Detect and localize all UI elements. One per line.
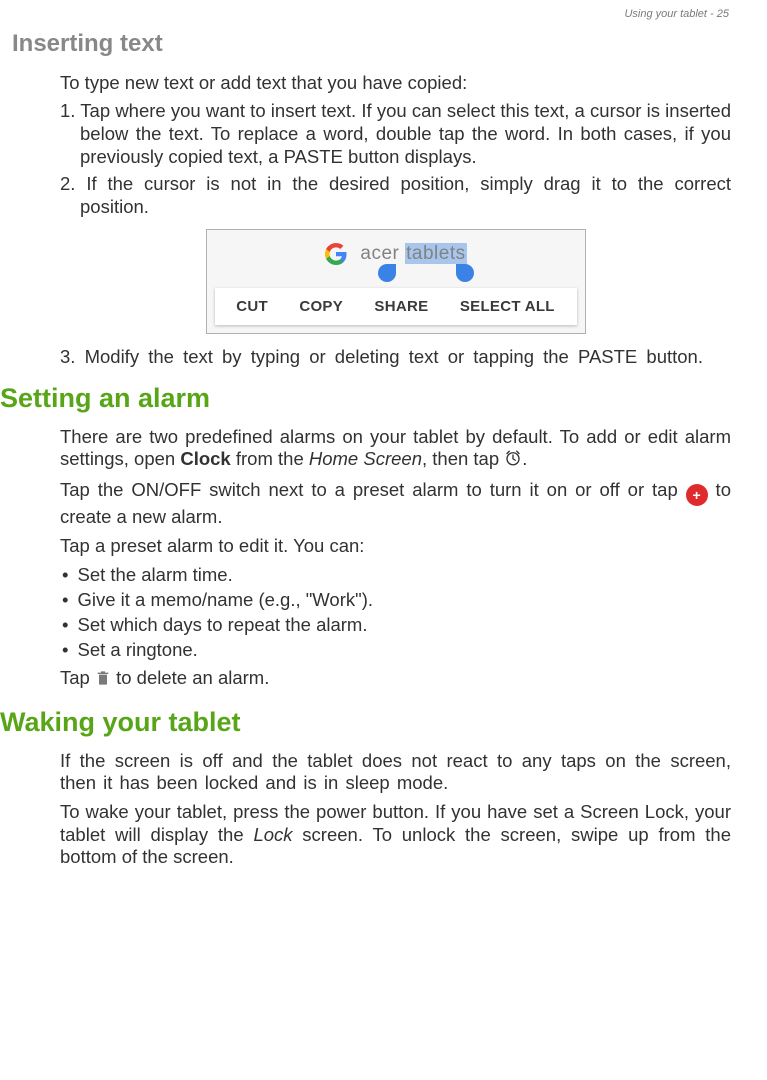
clock-bold: Clock xyxy=(180,448,230,469)
alarm-clock-icon xyxy=(504,449,522,473)
page-header: Using your tablet - 25 xyxy=(624,8,729,20)
alarm-para-1: There are two predefined alarms on your … xyxy=(60,426,731,473)
text-action-bar: CUT COPY SHARE SELECT ALL xyxy=(215,288,577,325)
text-selection-screenshot: acer tablets CUT COPY SHARE SELECT ALL xyxy=(206,229,586,334)
step-2: If the cursor is not in the desired posi… xyxy=(60,173,731,219)
selected-text: tablets xyxy=(405,243,466,264)
inserting-steps-list-2: Modify the text by typing or deleting te… xyxy=(60,346,731,369)
alarm-para-4: Tap to delete an alarm. xyxy=(60,667,731,693)
home-screen-italic: Home Screen xyxy=(309,448,422,469)
search-bar: acer tablets xyxy=(207,230,585,266)
select-all-button[interactable]: SELECT ALL xyxy=(460,298,555,315)
inserting-steps-list: Tap where you want to insert text. If yo… xyxy=(60,100,731,219)
heading-inserting-text: Inserting text xyxy=(12,30,731,58)
text: from the xyxy=(231,448,309,469)
text: Tap xyxy=(60,667,95,688)
trash-icon xyxy=(95,669,111,693)
search-prefix: acer xyxy=(360,243,405,264)
add-alarm-icon: + xyxy=(686,484,708,506)
inserting-body: To type new text or add text that you ha… xyxy=(36,72,731,369)
step-3: Modify the text by typing or deleting te… xyxy=(60,346,731,369)
alarm-bullets: Set the alarm time. Give it a memo/name … xyxy=(60,563,731,663)
lock-italic: Lock xyxy=(253,824,292,845)
alarm-body: There are two predefined alarms on your … xyxy=(36,426,731,693)
alarm-para-3: Tap a preset alarm to edit it. You can: xyxy=(60,535,731,558)
text: , then tap xyxy=(422,448,504,469)
cut-button[interactable]: CUT xyxy=(236,298,268,315)
alarm-para-2: Tap the ON/OFF switch next to a preset a… xyxy=(60,479,731,529)
heading-waking-tablet: Waking your tablet xyxy=(0,707,731,738)
heading-setting-alarm: Setting an alarm xyxy=(0,383,731,414)
text: to delete an alarm. xyxy=(111,667,269,688)
bullet-repeat: Set which days to repeat the alarm. xyxy=(60,613,731,638)
selection-handles xyxy=(267,264,585,282)
text: . xyxy=(522,448,527,469)
waking-para-1: If the screen is off and the tablet does… xyxy=(60,750,731,795)
inserting-intro: To type new text or add text that you ha… xyxy=(60,72,731,94)
copy-button[interactable]: COPY xyxy=(299,298,343,315)
selection-handle-right-icon[interactable] xyxy=(456,264,474,282)
bullet-ringtone: Set a ringtone. xyxy=(60,638,731,663)
search-text: acer tablets xyxy=(360,243,466,265)
selection-handle-left-icon[interactable] xyxy=(378,264,396,282)
waking-body: If the screen is off and the tablet does… xyxy=(36,750,731,869)
text: Tap the ON/OFF switch next to a preset a… xyxy=(60,479,686,500)
step-1: Tap where you want to insert text. If yo… xyxy=(60,100,731,169)
bullet-time: Set the alarm time. xyxy=(60,563,731,588)
bullet-memo: Give it a memo/name (e.g., "Work"). xyxy=(60,588,731,613)
google-logo-icon xyxy=(324,242,348,266)
content-area: Inserting text To type new text or add t… xyxy=(36,0,731,869)
share-button[interactable]: SHARE xyxy=(374,298,428,315)
waking-para-2: To wake your tablet, press the power but… xyxy=(60,801,731,869)
